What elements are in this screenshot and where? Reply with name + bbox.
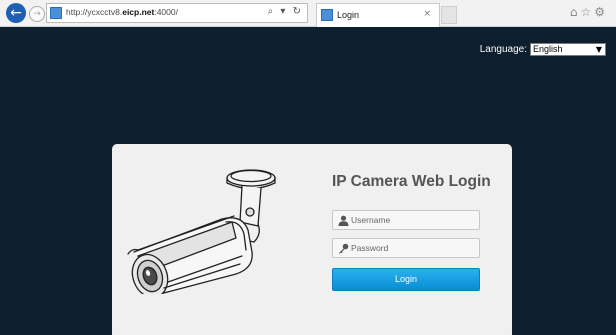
tab-title: Login — [337, 10, 360, 20]
forward-arrow-icon[interactable]: → — [29, 6, 45, 22]
username-input[interactable] — [351, 213, 475, 227]
tab-favicon-icon — [321, 9, 333, 21]
language-selector: Language: English ▼ — [480, 43, 606, 56]
close-tab-icon[interactable]: × — [423, 9, 431, 19]
new-tab-button[interactable] — [441, 6, 457, 24]
site-favicon-icon — [50, 7, 62, 19]
login-button[interactable]: Login — [332, 268, 480, 291]
bullet-camera-illustration — [127, 169, 276, 294]
page-title: IP Camera Web Login — [332, 173, 491, 190]
key-icon — [339, 243, 349, 254]
language-dropdown[interactable]: English ▼ — [530, 43, 606, 56]
url-text[interactable]: http://ycxcctv8.eicp.net:4000/ — [66, 7, 178, 17]
browser-chrome: ← → http://ycxcctv8.eicp.net:4000/ ⌕ ▾ ↻… — [0, 0, 616, 27]
language-selected: English — [533, 44, 563, 54]
login-card: IP Camera Web Login Login — [112, 144, 512, 335]
login-page: Language: English ▼ IP Camera Web Login … — [0, 27, 616, 335]
back-arrow-icon[interactable]: ← — [6, 3, 26, 23]
user-icon — [338, 215, 349, 226]
address-bar[interactable]: http://ycxcctv8.eicp.net:4000/ ⌕ ▾ ↻ — [46, 3, 308, 23]
url-domain: eicp.net — [122, 7, 155, 17]
username-field[interactable] — [332, 210, 480, 230]
search-refresh-icons[interactable]: ⌕ ▾ ↻ — [268, 6, 303, 17]
password-input[interactable] — [351, 241, 475, 255]
url-prefix: http://ycxcctv8. — [66, 7, 123, 17]
password-field[interactable] — [332, 238, 480, 258]
home-favorites-settings-icons[interactable]: ⌂☆⚙ — [570, 5, 608, 19]
chevron-down-icon: ▼ — [595, 45, 602, 54]
language-label: Language: — [479, 44, 527, 55]
tab-login[interactable]: Login × — [316, 3, 440, 27]
url-suffix: :4000/ — [154, 7, 178, 17]
